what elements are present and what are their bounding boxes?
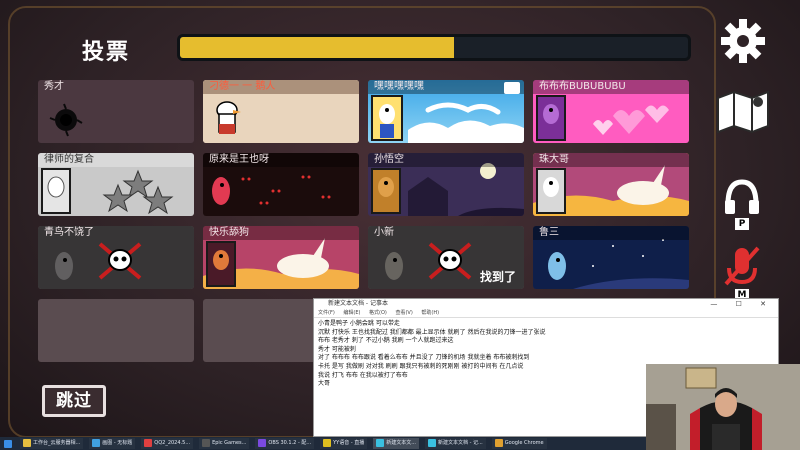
- text-line: 沉默 打快乐 王也找我配过 我们都都 最上显示体 就刷了 然后在我说的刀锋一进了…: [318, 328, 546, 336]
- player-name: 鲁三: [533, 226, 689, 240]
- webcam-feed: [646, 364, 800, 450]
- taskbar-item[interactable]: 新建文本文档 - 记...: [425, 438, 486, 449]
- window-controls[interactable]: — ☐ ✕: [710, 299, 774, 309]
- menu-format[interactable]: 格式(O): [369, 310, 387, 316]
- player-name: 布布布BUBUBUBU: [533, 80, 689, 94]
- empty-slot: [38, 299, 194, 362]
- player-card[interactable]: 快乐舔狗: [203, 226, 359, 289]
- player-card[interactable]: 珠大哥: [533, 153, 689, 216]
- player-name: 青鸟不饶了: [44, 227, 94, 238]
- taskbar-item[interactable]: 新建文本文...: [373, 438, 419, 449]
- player-card[interactable]: 小新 找到了: [368, 226, 524, 289]
- taskbar-item[interactable]: Epic Games...: [199, 438, 250, 449]
- player-card[interactable]: 刁德一 一 鹅人: [203, 80, 359, 143]
- notepad-titlebar[interactable]: 新建文本文档 - 记事本 — ☐ ✕: [314, 299, 778, 309]
- dead-skull-icon: [428, 242, 472, 280]
- menu-file[interactable]: 文件(F): [318, 310, 335, 316]
- player-name: 嘿嘿嘿嘿嘿: [368, 80, 524, 94]
- megaphone-icon: [504, 82, 520, 94]
- taskbar-item[interactable]: 工作台_云服务器相...: [20, 438, 84, 449]
- voice-key-label: P: [735, 218, 749, 230]
- skip-vote-button[interactable]: 跳过: [42, 385, 106, 417]
- player-name: 快乐舔狗: [203, 226, 359, 240]
- windows-start-icon[interactable]: [4, 439, 12, 448]
- player-card[interactable]: 嘿嘿嘿嘿嘿: [368, 80, 524, 143]
- player-card[interactable]: 原来是王也呀: [203, 153, 359, 216]
- found-body-label: 找到了: [479, 270, 516, 284]
- vote-title: 投票: [82, 40, 131, 65]
- taskbar-item[interactable]: OBS 30.1.2 - 配...: [255, 438, 315, 449]
- player-name: 珠大哥: [533, 153, 689, 167]
- gear-icon[interactable]: [720, 18, 766, 64]
- player-card[interactable]: 孙悟空: [368, 153, 524, 216]
- player-card[interactable]: 秀才: [38, 80, 194, 143]
- player-card[interactable]: 鲁三: [533, 226, 689, 289]
- menu-view[interactable]: 查看(V): [395, 310, 412, 316]
- taskbar-item[interactable]: Google Chrome: [491, 438, 547, 449]
- vote-timer-bar: [177, 34, 691, 61]
- text-line: 小青是鸭子 小鹅会跳 可以带走: [318, 320, 400, 327]
- taskbar-item[interactable]: 画图 - 无标题: [89, 438, 136, 449]
- player-card[interactable]: 青鸟不饶了: [38, 226, 194, 289]
- text-line: 布布 老秀才 刺了 不过小鹅 我刷 一个人就跑过来这: [318, 337, 454, 345]
- player-name: 孙悟空: [368, 153, 524, 167]
- player-name: 原来是王也呀: [203, 153, 359, 167]
- player-name: 律师的复合: [38, 153, 194, 167]
- player-name: 小新: [374, 227, 394, 238]
- dead-skull-icon: [98, 242, 142, 280]
- taskbar: 工作台_云服务器相... 画图 - 无标题 QQ2_2024.5... Epic…: [0, 437, 646, 450]
- map-icon[interactable]: [716, 88, 770, 134]
- text-line: 对了 布布布 布布跟说 看着么布布 并且没了 刀锋的机场 我就坐着 布布被刺找到: [318, 354, 530, 362]
- taskbar-item[interactable]: YY语音 - 直播: [320, 438, 368, 449]
- vote-timer-fill: [180, 37, 455, 58]
- menu-edit[interactable]: 编辑(E): [343, 310, 360, 316]
- player-name: 刁德一 一 鹅人: [203, 80, 359, 94]
- player-card[interactable]: 律师的复合: [38, 153, 194, 216]
- notepad-menubar: 文件(F) 编辑(E) 格式(O) 查看(V) 帮助(H): [314, 309, 778, 317]
- player-card[interactable]: 布布布BUBUBUBU: [533, 80, 689, 143]
- taskbar-item[interactable]: QQ2_2024.5...: [141, 438, 194, 449]
- menu-help[interactable]: 帮助(H): [421, 310, 439, 316]
- notepad-title: 新建文本文档 - 记事本: [328, 300, 388, 307]
- bullet-hole-icon: [49, 103, 83, 137]
